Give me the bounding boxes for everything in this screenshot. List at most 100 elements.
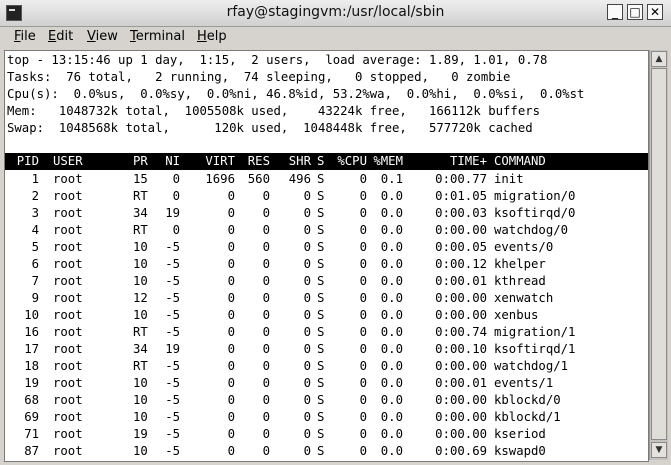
summary-tasks: Tasks: 76 total, 2 running, 74 sleeping,… — [7, 70, 511, 84]
cell-virt: 1696 — [205, 172, 235, 186]
cell-shr: 0 — [303, 359, 311, 373]
cell-mem: 0.0 — [380, 393, 403, 407]
cell-res: 0 — [262, 240, 270, 254]
cell-pid: 5 — [31, 240, 39, 254]
cell-command: xenbus — [494, 308, 539, 322]
close-button[interactable]: ✕ — [647, 4, 663, 20]
cell-cpu: 0 — [359, 189, 367, 203]
cell-mem: 0.0 — [380, 444, 403, 458]
cell-ni: -5 — [165, 257, 180, 271]
cell-pr: 10 — [133, 376, 148, 390]
cell-mem: 0.0 — [380, 308, 403, 322]
table-row: 10 root 10 -5 0 0 0 S 0 0.0 0:00.00 xenbus — [5, 307, 648, 324]
cell-user: root — [53, 257, 83, 271]
table-row: 9 root 12 -5 0 0 0 S 0 0.0 0:00.00 xenwatch — [5, 290, 648, 307]
cell-pid: 16 — [24, 325, 39, 339]
cell-virt: 0 — [227, 223, 235, 237]
cell-res: 0 — [262, 291, 270, 305]
scroll-thumb[interactable] — [651, 68, 667, 440]
scroll-down-icon[interactable]: ▼ — [651, 442, 667, 458]
cell-pid: 6 — [31, 257, 39, 271]
cell-cpu: 0 — [359, 444, 367, 458]
summary-uptime: top - 13:15:46 up 1 day, 1:15, 2 users, … — [7, 53, 548, 67]
table-row: 18 root RT -5 0 0 0 S 0 0.0 0:00.00 watchdog/1 — [5, 358, 648, 375]
cell-shr: 0 — [303, 325, 311, 339]
cell-mem: 0.0 — [380, 376, 403, 390]
col-header-shr: SHR — [288, 154, 311, 168]
cell-time: 0:00.00 — [435, 410, 487, 424]
cell-virt: 0 — [227, 342, 235, 356]
col-header-s: S — [317, 154, 325, 168]
cell-ni: -5 — [165, 393, 180, 407]
cell-virt: 0 — [227, 291, 235, 305]
cell-cpu: 0 — [359, 342, 367, 356]
cell-res: 0 — [262, 223, 270, 237]
title-bar[interactable]: rfay@stagingvm:/usr/local/sbin _ □ ✕ — [0, 0, 671, 27]
cell-s: S — [317, 376, 325, 390]
cell-mem: 0.0 — [380, 291, 403, 305]
maximize-button[interactable]: □ — [627, 4, 643, 20]
menu-edit[interactable]: Edit — [48, 29, 73, 44]
cell-user: root — [53, 410, 83, 424]
cell-s: S — [317, 444, 325, 458]
menu-terminal[interactable]: Terminal — [130, 29, 185, 44]
cell-pid: 18 — [24, 359, 39, 373]
summary-mem: Mem: 1048732k total, 1005508k used, 4322… — [7, 104, 541, 118]
cell-shr: 0 — [303, 393, 311, 407]
cell-pid: 4 — [31, 223, 39, 237]
scrollbar[interactable]: ▲ ▼ — [649, 50, 668, 460]
scroll-up-icon[interactable]: ▲ — [651, 51, 667, 67]
cell-mem: 0.0 — [380, 257, 403, 271]
cell-user: root — [53, 240, 83, 254]
cell-pr: 10 — [133, 308, 148, 322]
menu-view[interactable]: View — [87, 29, 118, 44]
cell-res: 0 — [262, 274, 270, 288]
cell-virt: 0 — [227, 444, 235, 458]
cell-ni: 19 — [165, 206, 180, 220]
cell-res: 0 — [262, 308, 270, 322]
cell-user: root — [53, 223, 83, 237]
cell-user: root — [53, 274, 83, 288]
cell-res: 0 — [262, 342, 270, 356]
cell-user: root — [53, 444, 83, 458]
cell-command: migration/1 — [494, 325, 576, 339]
cell-ni: -5 — [165, 410, 180, 424]
cell-ni: 0 — [172, 223, 180, 237]
cell-res: 0 — [262, 325, 270, 339]
cell-pr: 10 — [133, 240, 148, 254]
cell-ni: -5 — [165, 325, 180, 339]
cell-pr: 10 — [133, 444, 148, 458]
cell-ni: -5 — [165, 376, 180, 390]
cell-time: 0:00.01 — [435, 274, 487, 288]
cell-ni: -5 — [165, 308, 180, 322]
cell-s: S — [317, 410, 325, 424]
cell-shr: 0 — [303, 308, 311, 322]
cell-virt: 0 — [227, 410, 235, 424]
col-header-pr: PR — [133, 154, 148, 168]
terminal-screen[interactable]: top - 13:15:46 up 1 day, 1:15, 2 users, … — [4, 50, 649, 462]
cell-time: 0:00.00 — [435, 308, 487, 322]
process-table-header: PID USER PR NI VIRT RES SHR S %CPU %MEM TIME+ COMMA… — [5, 153, 648, 170]
table-row: 1 root 15 0 1696 560 496 S 0 0.1 0:00.77 init — [5, 171, 648, 188]
cell-cpu: 0 — [359, 223, 367, 237]
cell-time: 0:00.00 — [435, 223, 487, 237]
cell-user: root — [53, 172, 83, 186]
cell-shr: 0 — [303, 444, 311, 458]
col-header-virt: VIRT — [205, 154, 235, 168]
cell-command: kblockd/1 — [494, 410, 561, 424]
menu-help[interactable]: Help — [197, 29, 227, 44]
cell-pr: 34 — [133, 206, 148, 220]
cell-virt: 0 — [227, 257, 235, 271]
table-row: 2 root RT 0 0 0 0 S 0 0.0 0:01.05 migration/0 — [5, 188, 648, 205]
cell-cpu: 0 — [359, 410, 367, 424]
cell-mem: 0.0 — [380, 206, 403, 220]
menu-file[interactable]: File — [14, 29, 36, 44]
cell-mem: 0.0 — [380, 342, 403, 356]
minimize-button[interactable]: _ — [607, 4, 623, 20]
table-row: 87 root 10 -5 0 0 0 S 0 0.0 0:00.69 kswapd0 — [5, 443, 648, 460]
cell-pid: 69 — [24, 410, 39, 424]
table-row: 16 root RT -5 0 0 0 S 0 0.0 0:00.74 migration/1 — [5, 324, 648, 341]
cell-cpu: 0 — [359, 257, 367, 271]
cell-ni: 19 — [165, 342, 180, 356]
cell-res: 0 — [262, 393, 270, 407]
